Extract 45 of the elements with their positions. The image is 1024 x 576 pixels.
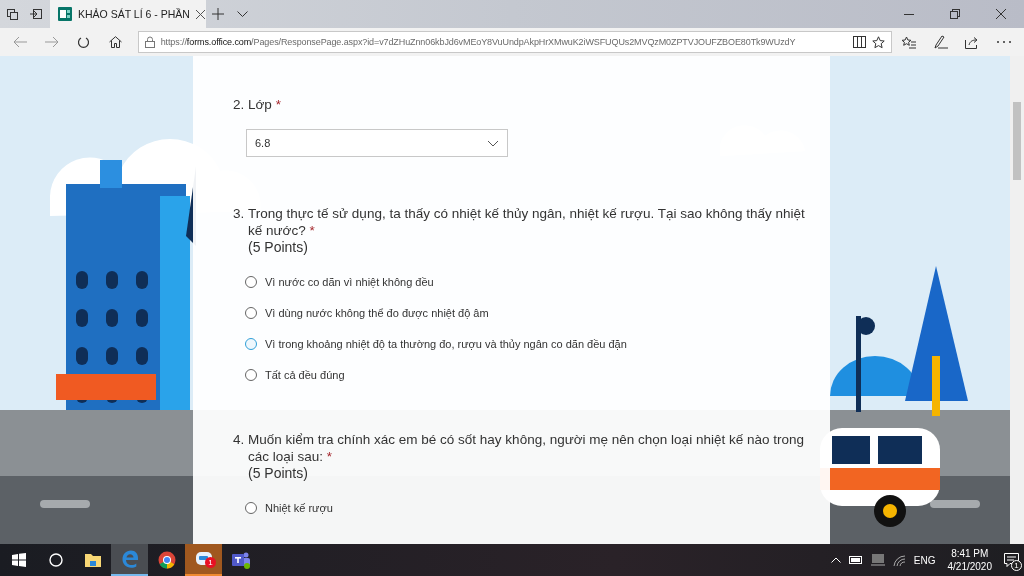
star-icon[interactable]: [872, 35, 886, 49]
radio-button[interactable]: [245, 338, 257, 350]
radio-button[interactable]: [245, 276, 257, 288]
message-icon: [1003, 553, 1019, 567]
radio-button[interactable]: [245, 502, 257, 514]
team-people-icon: [230, 551, 251, 569]
question-number: 3.: [233, 205, 245, 223]
option-label[interactable]: Tất cả đều đúng: [265, 369, 345, 381]
scrollbar[interactable]: [1010, 56, 1024, 544]
option-label[interactable]: Vì trong khoảng nhiệt độ ta thường đo, rượu và thủy ngân co dãn đều đặn: [265, 338, 627, 350]
browser-tab[interactable]: KHẢO SÁT LÍ 6 - PHẦN: [50, 0, 206, 28]
notification-button[interactable]: 1: [998, 546, 1024, 574]
question-number: 2.: [233, 96, 245, 113]
address-bar[interactable]: https://forms.office.com/Pages/ResponsePage.aspx?id=v7dZHuZnn06kbJd6vMEoY8VuUndpAkpHrXMwuK2iWSFUQUs2MVQzM0ZPTVJOUFZBOE80Tk9WUzdY: [137, 31, 893, 53]
language-indicator[interactable]: ENG: [913, 554, 936, 566]
badge-count: 1: [205, 557, 216, 568]
chevron-down-icon: [487, 139, 499, 147]
chat-bubble-icon: [194, 550, 213, 568]
question-title: Muốn kiểm tra chính xác em bé có sốt hay không, người mẹ nên chọn loại nhiệt kế nào trong các loại sau: *: [248, 431, 805, 465]
battery-icon[interactable]: [848, 556, 863, 564]
wifi-icon[interactable]: [892, 554, 906, 566]
badge-count: 1: [1011, 560, 1022, 571]
question-number: 4.: [233, 431, 245, 449]
points-label: (5 Points): [248, 239, 309, 256]
lock-icon: [144, 36, 155, 48]
points-label: (5 Points): [248, 465, 309, 482]
option-label[interactable]: Vì dùng nước không thể đo được nhiệt độ âm: [265, 307, 489, 319]
class-dropdown[interactable]: 6.8: [246, 129, 508, 157]
chevron-up-icon[interactable]: [830, 557, 841, 563]
close-tab-icon[interactable]: [195, 9, 205, 19]
question-title: Lớp *: [248, 96, 281, 113]
monitor-icon[interactable]: [870, 553, 885, 567]
question-title: Trong thực tế sử dụng, ta thấy có nhiệt kế thủy ngân, nhiệt kế rượu. Tại sao không thấy nhiệt kế nước? *: [248, 205, 806, 239]
forms-logo-icon: [58, 7, 72, 21]
scroll-thumb[interactable]: [1013, 102, 1021, 180]
book-icon[interactable]: [853, 36, 867, 48]
radio-button[interactable]: [245, 307, 257, 319]
browser-e-icon: [120, 550, 139, 568]
radio-button[interactable]: [245, 369, 257, 381]
clock[interactable]: 8:41 PM 4/21/2020: [947, 547, 992, 573]
round-browser-icon: [157, 551, 176, 569]
folder-icon: [83, 552, 102, 568]
option-label[interactable]: Vì nước co dãn vì nhiệt không đều: [265, 276, 434, 288]
option-label[interactable]: Nhiệt kế rượu: [265, 502, 333, 514]
taskbar-app[interactable]: 1: [185, 544, 222, 576]
